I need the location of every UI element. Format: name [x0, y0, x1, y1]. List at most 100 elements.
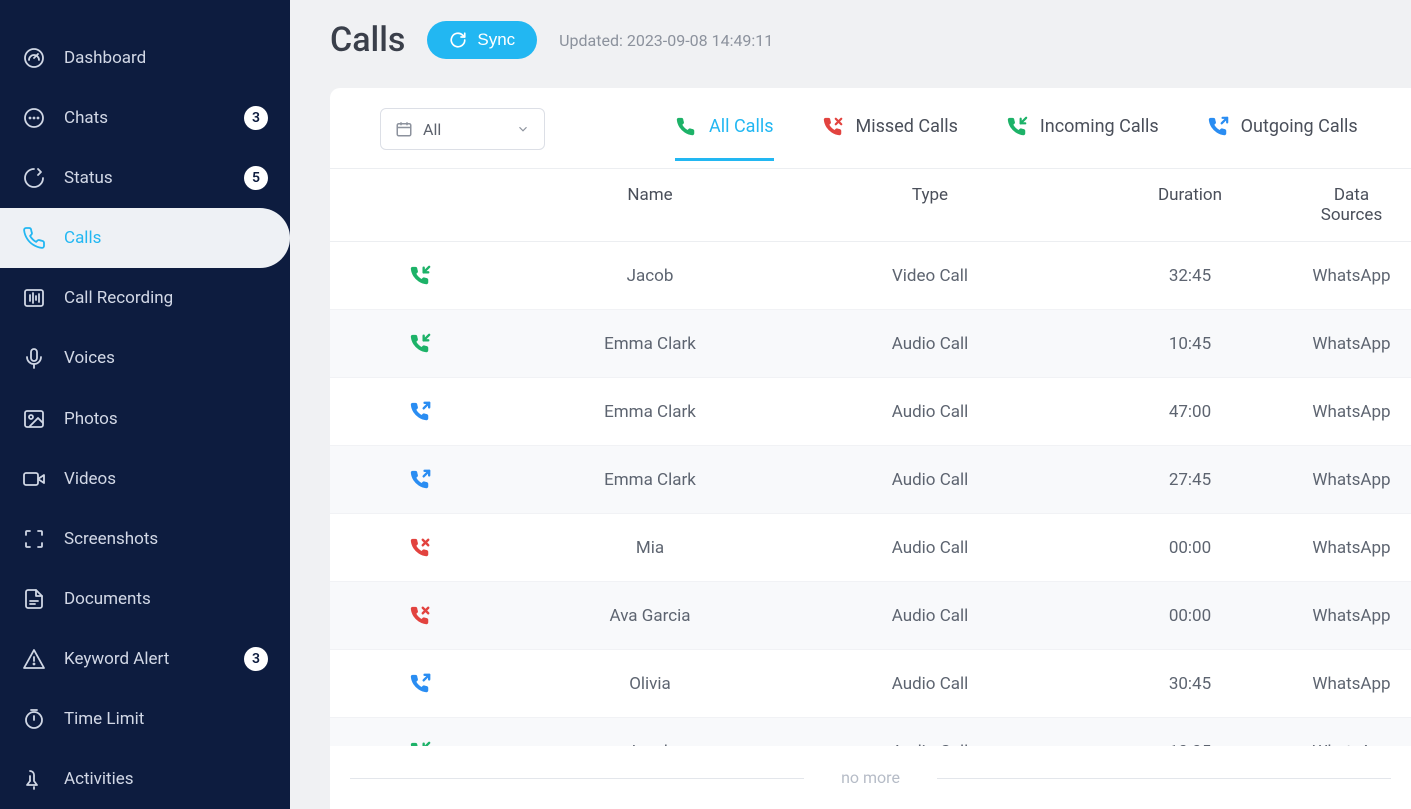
cell-type: Audio Call — [790, 334, 1070, 354]
table-row[interactable]: Mia Audio Call 00:00 WhatsApp — [330, 514, 1411, 582]
cell-duration: 10:45 — [1070, 334, 1310, 354]
sidebar-item-keyword-alert[interactable]: Keyword Alert 3 — [0, 629, 290, 689]
call-direction-icon — [330, 401, 510, 423]
phone-icon — [22, 226, 46, 250]
sidebar-item-call-recording[interactable]: Call Recording — [0, 268, 290, 328]
sidebar-item-label: Call Recording — [64, 288, 173, 308]
tab-label: Incoming Calls — [1040, 116, 1159, 137]
cell-source: WhatsApp — [1310, 674, 1411, 694]
date-filter-label: All — [423, 120, 441, 139]
tab-all-calls[interactable]: All Calls — [675, 116, 774, 161]
cell-type: Audio Call — [790, 538, 1070, 558]
table-row[interactable]: Olivia Audio Call 30:45 WhatsApp — [330, 650, 1411, 718]
cell-duration: 00:00 — [1070, 538, 1310, 558]
sidebar-item-chats[interactable]: Chats 3 — [0, 88, 290, 148]
document-icon — [22, 587, 46, 611]
sync-label: Sync — [477, 30, 515, 50]
table-row[interactable]: Emma Clark Audio Call 27:45 WhatsApp — [330, 446, 1411, 514]
cell-source: WhatsApp — [1310, 470, 1411, 490]
table-row[interactable]: Jacob Audio Call 10:05 WhatsApp — [330, 718, 1411, 746]
phone-missed-icon — [822, 116, 844, 138]
table-row[interactable]: Jacob Video Call 32:45 WhatsApp — [330, 242, 1411, 310]
sidebar-item-label: Calls — [64, 228, 101, 248]
timer-icon — [22, 707, 46, 731]
sidebar: Dashboard Chats 3 Status 5 Calls Call Re… — [0, 0, 290, 809]
call-direction-icon — [330, 605, 510, 627]
col-duration: Duration — [1070, 185, 1310, 225]
sync-icon — [449, 31, 467, 49]
cell-name: Mia — [510, 538, 790, 558]
chevron-down-icon — [516, 122, 530, 136]
sidebar-item-label: Dashboard — [64, 48, 146, 68]
recording-icon — [22, 286, 46, 310]
cell-type: Audio Call — [790, 402, 1070, 422]
col-type: Type — [790, 185, 1070, 225]
table-row[interactable]: Emma Clark Audio Call 47:00 WhatsApp — [330, 378, 1411, 446]
sidebar-item-label: Activities — [64, 769, 134, 789]
filter-row: All All Calls Missed Calls Incoming Calls O… — [330, 88, 1411, 169]
call-tabs: All Calls Missed Calls Incoming Calls Outgo… — [675, 116, 1358, 161]
header-row: Calls Sync Updated: 2023-09-08 14:49:11 — [330, 20, 1411, 60]
cell-name: Emma Clark — [510, 402, 790, 422]
call-direction-icon — [330, 333, 510, 355]
sidebar-item-photos[interactable]: Photos — [0, 388, 290, 448]
table-body[interactable]: Jacob Video Call 32:45 WhatsApp Emma Cla… — [330, 242, 1411, 746]
photo-icon — [22, 407, 46, 431]
sidebar-item-videos[interactable]: Videos — [0, 449, 290, 509]
tab-missed-calls[interactable]: Missed Calls — [822, 116, 958, 161]
alert-icon — [22, 647, 46, 671]
cell-duration: 47:00 — [1070, 402, 1310, 422]
sidebar-item-screenshots[interactable]: Screenshots — [0, 509, 290, 569]
table-row[interactable]: Emma Clark Audio Call 10:45 WhatsApp — [330, 310, 1411, 378]
table-row[interactable]: Ava Garcia Audio Call 00:00 WhatsApp — [330, 582, 1411, 650]
table-header: Name Type Duration Data Sources — [330, 169, 1411, 242]
cell-name: Olivia — [510, 674, 790, 694]
cell-type: Video Call — [790, 266, 1070, 286]
cell-name: Emma Clark — [510, 334, 790, 354]
mic-icon — [22, 346, 46, 370]
video-icon — [22, 467, 46, 491]
sidebar-item-time-limit[interactable]: Time Limit — [0, 689, 290, 749]
phone-all-icon — [675, 116, 697, 138]
sidebar-item-status[interactable]: Status 5 — [0, 148, 290, 208]
calls-card: All All Calls Missed Calls Incoming Calls O… — [330, 88, 1411, 809]
sidebar-item-activities[interactable]: Activities — [0, 749, 290, 809]
status-icon — [22, 166, 46, 190]
tab-outgoing-calls[interactable]: Outgoing Calls — [1207, 116, 1358, 161]
sidebar-item-dashboard[interactable]: Dashboard — [0, 28, 290, 88]
calendar-icon — [395, 120, 413, 138]
cell-duration: 00:00 — [1070, 606, 1310, 626]
tab-incoming-calls[interactable]: Incoming Calls — [1006, 116, 1159, 161]
tab-label: All Calls — [709, 116, 774, 137]
sidebar-item-label: Screenshots — [64, 529, 158, 549]
cell-type: Audio Call — [790, 674, 1070, 694]
cell-duration: 27:45 — [1070, 470, 1310, 490]
sync-button[interactable]: Sync — [427, 21, 537, 59]
cell-name: Jacob — [510, 266, 790, 286]
phone-out-icon — [1207, 116, 1229, 138]
cell-source: WhatsApp — [1310, 402, 1411, 422]
sidebar-item-voices[interactable]: Voices — [0, 328, 290, 388]
gauge-icon — [22, 46, 46, 70]
sidebar-item-label: Chats — [64, 108, 108, 128]
cell-type: Audio Call — [790, 470, 1070, 490]
call-direction-icon — [330, 469, 510, 491]
cell-duration: 30:45 — [1070, 674, 1310, 694]
sidebar-item-calls[interactable]: Calls — [0, 208, 290, 268]
call-direction-icon — [330, 265, 510, 287]
date-filter-select[interactable]: All — [380, 108, 545, 150]
sidebar-item-label: Keyword Alert — [64, 649, 169, 669]
no-more-label: no more — [330, 746, 1411, 809]
page-title: Calls — [330, 20, 405, 60]
sidebar-item-documents[interactable]: Documents — [0, 569, 290, 629]
sidebar-item-label: Voices — [64, 348, 115, 368]
sidebar-badge: 5 — [244, 166, 268, 190]
sidebar-item-label: Time Limit — [64, 709, 144, 729]
updated-label: Updated: 2023-09-08 14:49:11 — [559, 31, 773, 50]
sidebar-badge: 3 — [244, 106, 268, 130]
cell-name: Ava Garcia — [510, 606, 790, 626]
main-content: Calls Sync Updated: 2023-09-08 14:49:11 … — [290, 0, 1411, 809]
cell-type: Audio Call — [790, 606, 1070, 626]
tab-label: Outgoing Calls — [1241, 116, 1358, 137]
call-direction-icon — [330, 673, 510, 695]
